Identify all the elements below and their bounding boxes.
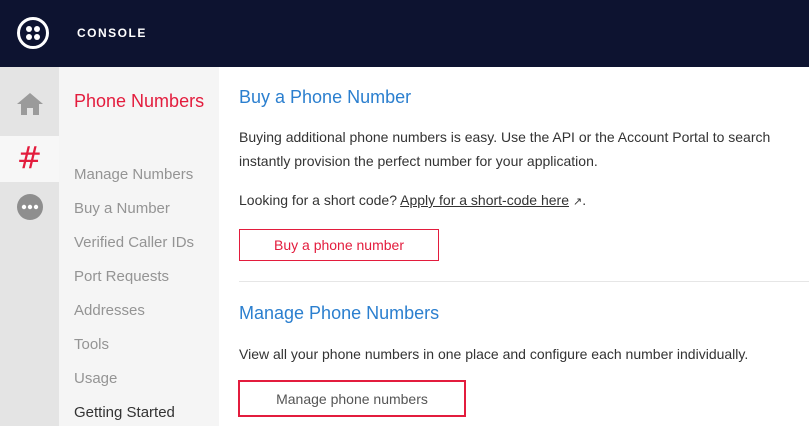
sidebar-item-getting-started[interactable]: Getting Started	[74, 404, 175, 422]
sidebar-item-manage-numbers[interactable]: Manage Numbers	[74, 166, 193, 184]
rail-more-button[interactable]	[0, 187, 59, 227]
manage-description: View all your phone numbers in one place…	[239, 346, 749, 362]
manage-section-title: Manage Phone Numbers	[239, 303, 440, 323]
hash-icon: #	[16, 141, 43, 176]
sidebar-item-buy-a-number[interactable]: Buy a Number	[74, 200, 170, 218]
more-dots-icon	[16, 194, 43, 220]
section-divider	[239, 281, 809, 282]
buy-description-line1: Buying additional phone numbers is easy.…	[239, 129, 771, 145]
buy-section-title: Buy a Phone Number	[239, 87, 412, 107]
twilio-logo-icon[interactable]	[17, 17, 49, 49]
sidebar-item-addresses[interactable]: Addresses	[74, 302, 145, 320]
sidebar-item-tools[interactable]: Tools	[74, 336, 109, 354]
sidebar-item-verified-caller-ids[interactable]: Verified Caller IDs	[74, 234, 194, 252]
icon-rail: #	[0, 67, 59, 426]
home-icon	[16, 93, 43, 115]
buy-phone-number-button[interactable]: Buy a phone number	[239, 229, 439, 261]
sidebar-title: Phone Numbers	[74, 91, 205, 111]
console-brand-label[interactable]: CONSOLE	[77, 26, 147, 40]
sidebar-item-usage[interactable]: Usage	[74, 370, 117, 388]
short-code-link[interactable]: Apply for a short-code here	[400, 192, 569, 208]
rail-phone-numbers-button[interactable]: #	[0, 136, 59, 182]
manage-phone-numbers-button[interactable]: Manage phone numbers	[238, 380, 466, 417]
short-code-prefix: Looking for a short code?	[239, 192, 401, 208]
external-link-icon: ↗	[572, 196, 583, 208]
buy-description-line2: instantly provision the perfect number f…	[239, 153, 598, 169]
phone-numbers-sidebar: Phone Numbers Manage Numbers Buy a Numbe…	[59, 67, 219, 426]
short-code-text: Looking for a short code? Apply for a sh…	[239, 188, 586, 214]
top-bar: CONSOLE	[0, 0, 809, 67]
rail-home-button[interactable]	[0, 84, 59, 124]
sidebar-item-port-requests[interactable]: Port Requests	[74, 268, 169, 286]
short-code-suffix: .	[582, 192, 587, 208]
main-content: Buy a Phone Number Buying additional pho…	[219, 67, 809, 426]
